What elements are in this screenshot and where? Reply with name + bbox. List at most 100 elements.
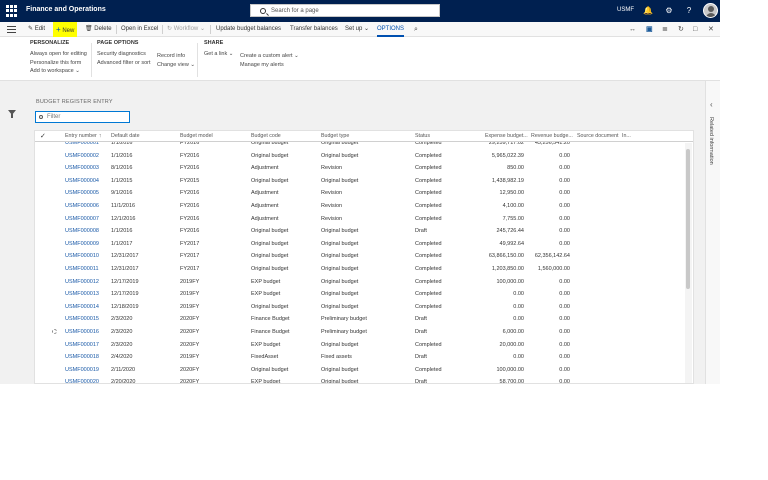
table-row[interactable]: USMF000018 2/4/2020 2019FY FixedAsset Fixed … <box>35 351 693 364</box>
workflow-button[interactable]: ↻ Workflow ⌄ <box>167 22 205 37</box>
table-row[interactable]: USMF000010 12/31/2017 FY2017 Original budge… <box>35 250 693 263</box>
default-date-cell: 2/3/2020 <box>111 341 133 348</box>
setup-menu[interactable]: Set up ⌄ <box>345 22 369 37</box>
default-date-cell: 11/1/2016 <box>111 203 136 209</box>
column-header-expense-budget[interactable]: Expense budget... <box>485 133 528 139</box>
update-budget-balances-button[interactable]: Update budget balances <box>216 22 281 37</box>
new-button[interactable]: + New <box>53 22 78 37</box>
table-row[interactable]: USMF000002 1/1/2016 FY2016 Original budget O… <box>35 150 693 163</box>
transfer-balances-button[interactable]: Transfer balances <box>290 22 338 37</box>
entry-number-cell[interactable]: USMF000009 <box>65 241 99 247</box>
entry-number-cell[interactable]: USMF000003 <box>65 165 99 171</box>
search-icon <box>260 8 266 14</box>
avatar[interactable] <box>703 3 718 18</box>
always-open-for-editing-option[interactable]: Always open for editing <box>30 50 87 59</box>
filter-icon[interactable] <box>8 110 16 118</box>
related-information-panel[interactable]: ‹ Related information <box>705 81 720 384</box>
entry-number-cell[interactable]: USMF000002 <box>65 153 99 159</box>
security-diagnostics-option[interactable]: Security diagnostics <box>97 50 151 59</box>
search-icon[interactable]: ⌕ <box>414 25 418 34</box>
options-ribbon: PERSONALIZE Always open for editing Pers… <box>0 37 720 81</box>
company-picker[interactable]: USMF <box>617 7 634 13</box>
table-row[interactable]: USMF000012 12/17/2019 2019FY EXP budget Orig… <box>35 276 693 289</box>
search-box[interactable]: Search for a page <box>250 4 440 17</box>
table-row[interactable]: USMF000008 1/1/2016 FY2016 Original budget O… <box>35 225 693 238</box>
table-row[interactable]: USMF000020 2/20/2020 2020FY EXP budget Origi… <box>35 376 693 383</box>
revenue-budget-cell: 0.00 <box>559 291 570 298</box>
entry-number-cell[interactable]: USMF000011 <box>65 266 99 272</box>
table-row[interactable]: USMF000005 9/1/2016 FY2016 Adjustment Revisi… <box>35 187 693 200</box>
column-header-budget-code[interactable]: Budget code <box>251 133 281 139</box>
table-row[interactable]: USMF000015 2/3/2020 2020FY Finance Budget Pr… <box>35 313 693 326</box>
table-row[interactable]: USMF000009 1/1/2017 FY2017 Original budget O… <box>35 238 693 251</box>
entry-number-cell[interactable]: USMF000005 <box>65 190 99 196</box>
entry-number-cell[interactable]: USMF000007 <box>65 216 99 222</box>
attach-icon[interactable]: ≣ <box>662 25 668 34</box>
advanced-filter-option[interactable]: Advanced filter or sort <box>97 59 151 68</box>
table-row[interactable]: USMF000004 1/1/2015 FY2015 Original budget O… <box>35 175 693 188</box>
column-header-default-date[interactable]: Default date <box>111 133 140 139</box>
select-all-checkmark-icon[interactable]: ✓ <box>40 132 46 140</box>
filter-input[interactable]: Filter <box>35 111 130 123</box>
entry-number-cell[interactable]: USMF000012 <box>65 279 99 285</box>
scrollbar-thumb[interactable] <box>686 149 690 289</box>
column-header-revenue-budget[interactable]: Revenue budge... <box>531 133 573 139</box>
column-header-budget-type[interactable]: Budget type <box>321 133 349 139</box>
status-cell: Completed <box>415 203 442 209</box>
entry-number-cell[interactable]: USMF000020 <box>65 379 99 383</box>
open-in-excel-button[interactable]: Open in Excel <box>121 22 158 37</box>
record-info-option[interactable]: Record info <box>157 52 195 61</box>
vertical-scrollbar[interactable] <box>685 143 692 383</box>
column-header-source-document[interactable]: Source document <box>577 133 619 139</box>
table-row[interactable]: USMF000013 12/17/2019 2019FY EXP budget Orig… <box>35 288 693 301</box>
table-row[interactable]: USMF000006 11/1/2016 FY2016 Adjustment Revis… <box>35 200 693 213</box>
app-launcher-icon[interactable] <box>6 5 18 17</box>
entry-number-cell[interactable]: USMF000018 <box>65 354 99 360</box>
column-header-status[interactable]: Status <box>415 133 430 139</box>
hamburger-menu-icon[interactable] <box>7 26 16 33</box>
table-row[interactable]: USMF000016 2/3/2020 2020FY Finance Budget Pr… <box>35 326 693 339</box>
entry-number-cell[interactable]: USMF000013 <box>65 291 99 297</box>
status-cell: Completed <box>415 165 442 172</box>
entry-number-cell[interactable]: USMF000019 <box>65 367 99 373</box>
entry-number-cell[interactable]: USMF000017 <box>65 342 99 348</box>
entry-number-cell[interactable]: USMF000010 <box>65 253 99 259</box>
gear-icon[interactable]: ⚙ <box>664 6 674 16</box>
bell-icon[interactable]: 🔔 <box>643 6 653 16</box>
open-new-window-icon[interactable]: □ <box>693 25 697 34</box>
link-icon[interactable]: ↔ <box>629 25 636 34</box>
table-row[interactable]: USMF000017 2/3/2020 2020FY EXP budget Origin… <box>35 339 693 352</box>
entry-number-cell[interactable]: USMF000004 <box>65 178 99 184</box>
table-row[interactable]: USMF000003 8/1/2016 FY2016 Adjustment Revisi… <box>35 162 693 175</box>
entry-number-cell[interactable]: USMF000006 <box>65 203 99 209</box>
close-icon[interactable]: ✕ <box>708 25 714 34</box>
get-a-link-option[interactable]: Get a link ⌄ <box>204 50 233 59</box>
entry-number-cell[interactable]: USMF000008 <box>65 228 99 234</box>
entry-number-cell[interactable]: USMF000014 <box>65 304 99 310</box>
personalize-form-option[interactable]: Personalize this form <box>30 59 87 68</box>
app-title[interactable]: Finance and Operations <box>26 6 106 13</box>
tab-options[interactable]: OPTIONS <box>377 22 405 37</box>
create-custom-alert-option[interactable]: Create a custom alert ⌄ <box>240 52 299 61</box>
column-header-budget-model[interactable]: Budget model <box>180 133 213 139</box>
delete-button[interactable]: 🗑 Delete <box>85 22 112 37</box>
table-row[interactable]: USMF000014 12/18/2019 2019FY Original budge… <box>35 301 693 314</box>
change-view-option[interactable]: Change view ⌄ <box>157 61 195 70</box>
default-date-cell: 1/1/2017 <box>111 240 133 247</box>
column-header-in[interactable]: In... <box>622 133 631 139</box>
add-to-workspace-option[interactable]: Add to workspace ⌄ <box>30 67 87 76</box>
grid-header: ✓ Entry number ↑ Default date Budget mode… <box>35 131 693 142</box>
entry-number-cell[interactable]: USMF000016 <box>65 329 99 335</box>
page-title: BUDGET REGISTER ENTRY <box>36 99 113 105</box>
chevron-left-icon[interactable]: ‹ <box>710 100 713 109</box>
table-row[interactable]: USMF000007 12/1/2016 FY2016 Adjustment Revis… <box>35 213 693 226</box>
help-icon[interactable]: ? <box>684 6 694 16</box>
column-header-entry-number[interactable]: Entry number ↑ <box>65 133 102 139</box>
refresh-icon[interactable]: ↻ <box>678 25 684 34</box>
entry-number-cell[interactable]: USMF000015 <box>65 316 99 322</box>
manage-my-alerts-option[interactable]: Manage my alerts <box>240 61 299 70</box>
edit-button[interactable]: ✎ Edit <box>28 22 45 37</box>
table-row[interactable]: USMF000011 12/31/2017 FY2017 Original budge… <box>35 263 693 276</box>
table-row[interactable]: USMF000019 2/11/2020 2020FY Original budget… <box>35 364 693 377</box>
office-icon[interactable]: ▣ <box>646 25 653 34</box>
